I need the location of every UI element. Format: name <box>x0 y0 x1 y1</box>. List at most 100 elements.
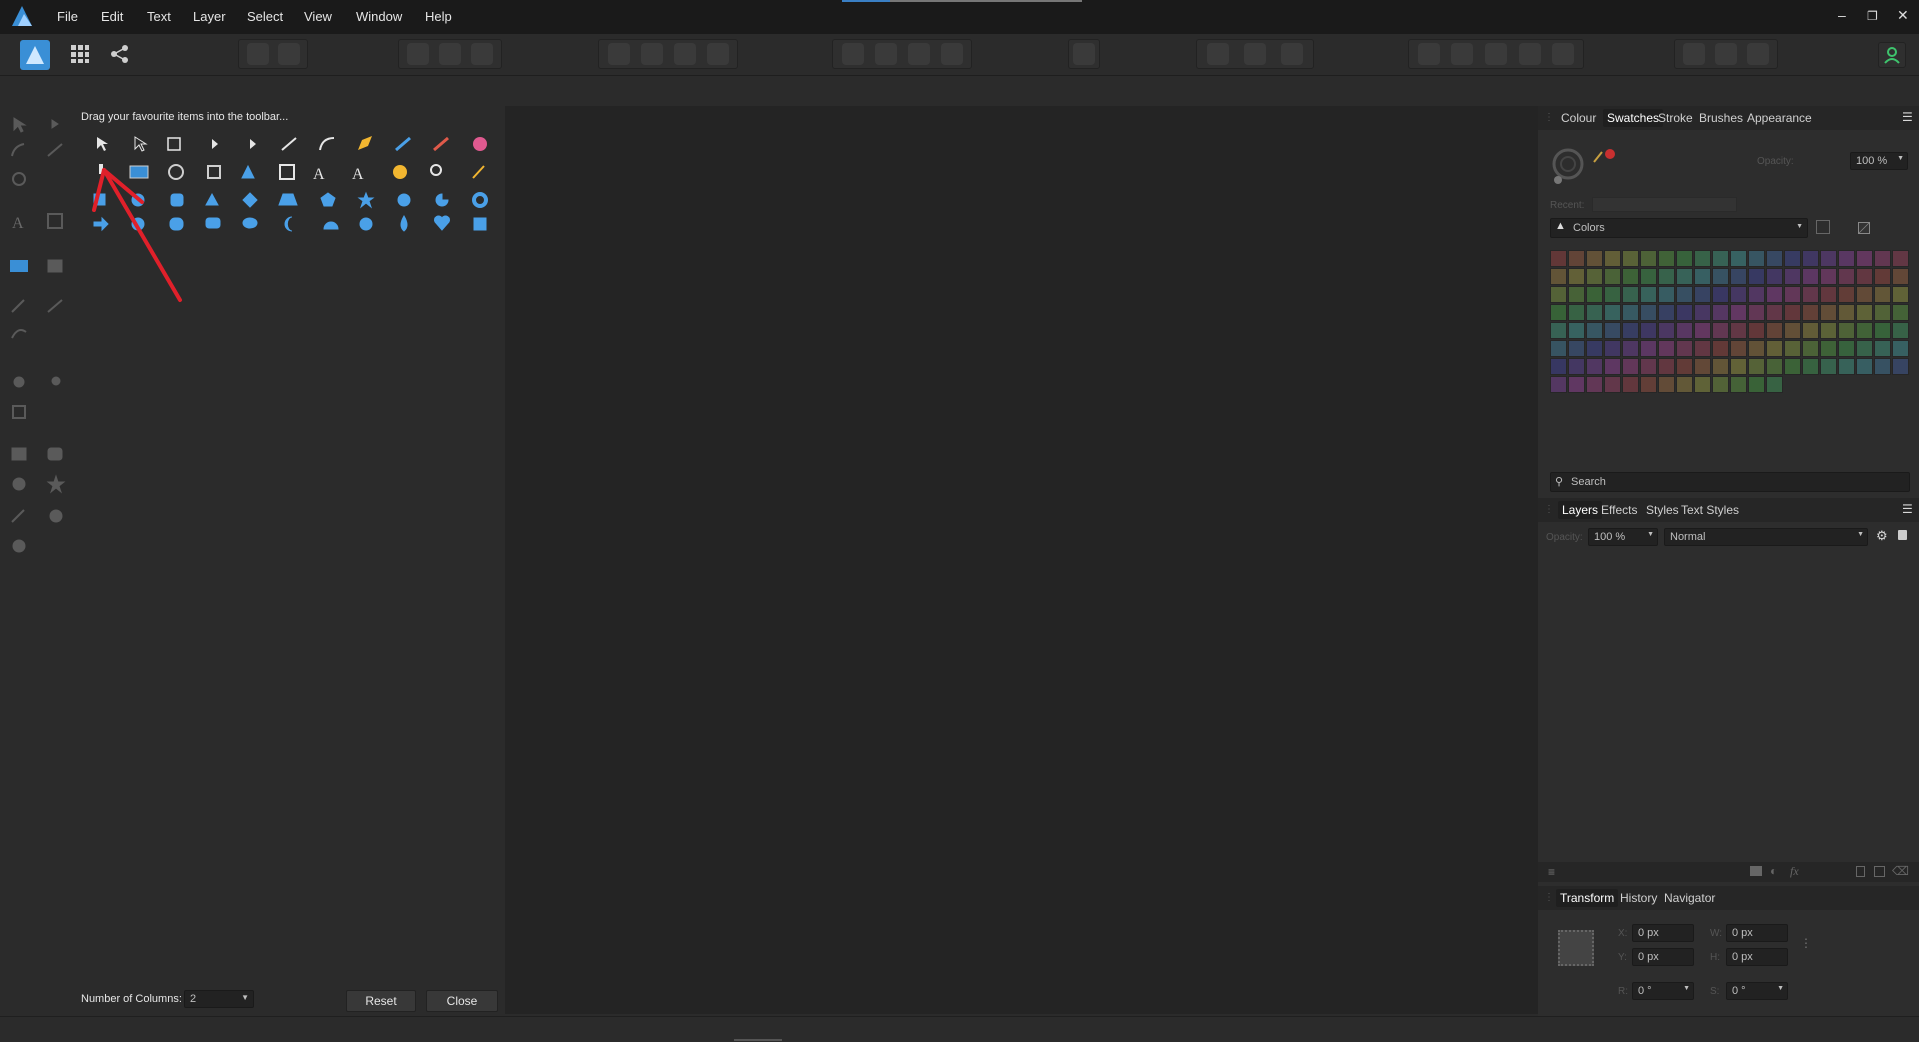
blend-mode-select[interactable]: Normal ▼ <box>1664 528 1868 546</box>
tab-brushes[interactable]: Brushes <box>1699 111 1743 125</box>
swatch[interactable] <box>1766 376 1783 393</box>
swatch[interactable] <box>1676 250 1693 267</box>
swatch[interactable] <box>1856 340 1873 357</box>
fx-icon[interactable]: fx <box>1790 864 1799 879</box>
swatch[interactable] <box>1820 340 1837 357</box>
burst-shape-icon[interactable] <box>397 193 411 207</box>
swatch[interactable] <box>1604 250 1621 267</box>
crop-tool-icon[interactable] <box>207 165 221 179</box>
tab-transform[interactable]: Transform <box>1556 889 1619 907</box>
swatch[interactable] <box>1550 322 1567 339</box>
brush-tool-icon[interactable] <box>433 136 449 152</box>
star-shape-icon[interactable] <box>357 191 375 209</box>
swatch[interactable] <box>1604 268 1621 285</box>
swatch[interactable] <box>1874 358 1891 375</box>
menu-text[interactable]: Text <box>147 9 171 24</box>
swatch[interactable] <box>1766 340 1783 357</box>
menu-window[interactable]: Window <box>356 9 402 24</box>
swatch[interactable] <box>1892 250 1909 267</box>
menu-view[interactable]: View <box>304 9 332 24</box>
grid-view-icon[interactable] <box>1816 220 1830 234</box>
swatch[interactable] <box>1820 322 1837 339</box>
triangle-shape-icon[interactable] <box>205 192 219 206</box>
close-button[interactable]: Close <box>426 990 498 1012</box>
swatch[interactable] <box>1658 358 1675 375</box>
swatch[interactable] <box>1748 376 1765 393</box>
swatch[interactable] <box>1640 304 1657 321</box>
swatch[interactable] <box>1838 286 1855 303</box>
swatch[interactable] <box>1730 250 1747 267</box>
play-icon-2[interactable] <box>250 139 256 149</box>
swatch[interactable] <box>1604 304 1621 321</box>
swatch[interactable] <box>1658 322 1675 339</box>
swatch[interactable] <box>1640 268 1657 285</box>
swatch[interactable] <box>1586 268 1603 285</box>
swatch[interactable] <box>1658 376 1675 393</box>
minimize-icon[interactable]: – <box>1838 7 1846 23</box>
menu-layer[interactable]: Layer <box>193 9 226 24</box>
lock-icon[interactable] <box>1898 530 1907 540</box>
swatch[interactable] <box>1802 340 1819 357</box>
cog-square-icon[interactable] <box>473 217 487 231</box>
swatch[interactable] <box>1676 286 1693 303</box>
artistic-text-tool-icon[interactable]: A <box>313 166 325 183</box>
swatch[interactable] <box>1550 250 1567 267</box>
w-field[interactable]: 0 px <box>1726 924 1788 942</box>
swatch[interactable] <box>1622 268 1639 285</box>
swatch[interactable] <box>1802 322 1819 339</box>
swatch[interactable] <box>1604 286 1621 303</box>
swatch[interactable] <box>1658 250 1675 267</box>
swatch[interactable] <box>1550 376 1567 393</box>
swatch[interactable] <box>1784 340 1801 357</box>
swatch[interactable] <box>1730 340 1747 357</box>
swatch[interactable] <box>1712 268 1729 285</box>
swatch[interactable] <box>1550 340 1567 357</box>
swatch[interactable] <box>1694 376 1711 393</box>
toolbar-group-7[interactable] <box>1408 39 1584 69</box>
swatch[interactable] <box>1694 358 1711 375</box>
swatch[interactable] <box>1802 358 1819 375</box>
swatch[interactable] <box>1874 250 1891 267</box>
donut-shape-icon[interactable] <box>472 192 488 208</box>
swatch[interactable] <box>1586 340 1603 357</box>
swatch[interactable] <box>1766 268 1783 285</box>
toolbar-group-5[interactable] <box>1068 39 1100 69</box>
swatch[interactable] <box>1676 376 1693 393</box>
swatch[interactable] <box>1676 304 1693 321</box>
pixel-persona-icon[interactable] <box>70 44 90 64</box>
menu-edit[interactable]: Edit <box>101 9 123 24</box>
callout-ellipse-icon[interactable] <box>242 217 258 229</box>
layers-stack-icon[interactable]: ≡ <box>1548 865 1555 879</box>
swatch[interactable] <box>1856 250 1873 267</box>
swatch[interactable] <box>1730 322 1747 339</box>
swatch-search[interactable]: ⚲ Search <box>1550 472 1910 492</box>
swatch[interactable] <box>1874 286 1891 303</box>
swatch[interactable] <box>1838 304 1855 321</box>
swatch[interactable] <box>1802 304 1819 321</box>
swatch[interactable] <box>1892 286 1909 303</box>
swatch[interactable] <box>1856 322 1873 339</box>
swatch[interactable] <box>1784 358 1801 375</box>
node-tool-icon[interactable] <box>134 136 148 152</box>
diamond-shape-icon[interactable] <box>242 192 258 208</box>
swatch[interactable] <box>1838 268 1855 285</box>
swatch[interactable] <box>1658 268 1675 285</box>
swatch[interactable] <box>1748 358 1765 375</box>
swatch[interactable] <box>1874 268 1891 285</box>
swatch[interactable] <box>1820 358 1837 375</box>
y-field[interactable]: 0 px <box>1632 948 1694 966</box>
swatch[interactable] <box>1856 304 1873 321</box>
swatch[interactable] <box>1622 358 1639 375</box>
group-icon[interactable] <box>1874 866 1885 877</box>
pencil-line-icon[interactable] <box>281 137 297 151</box>
swatch[interactable] <box>1658 340 1675 357</box>
toolbar-group-3[interactable] <box>598 39 738 69</box>
swatch[interactable] <box>1712 358 1729 375</box>
panel-menu-icon[interactable]: ☰ <box>1902 110 1913 124</box>
swatch[interactable] <box>1568 322 1585 339</box>
swatch[interactable] <box>1658 286 1675 303</box>
swatch[interactable] <box>1892 358 1909 375</box>
tab-appearance[interactable]: Appearance <box>1747 111 1812 125</box>
swatch[interactable] <box>1694 322 1711 339</box>
swatch[interactable] <box>1766 250 1783 267</box>
